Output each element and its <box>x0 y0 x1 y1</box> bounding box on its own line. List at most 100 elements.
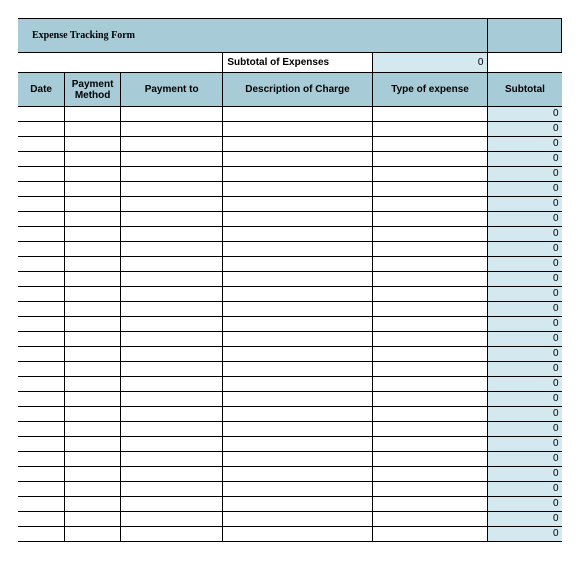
cell-desc[interactable] <box>223 242 372 257</box>
cell-payto[interactable] <box>120 242 222 257</box>
cell-method[interactable] <box>65 197 121 212</box>
cell-method[interactable] <box>65 287 121 302</box>
cell-payto[interactable] <box>120 362 222 377</box>
cell-method[interactable] <box>65 452 121 467</box>
cell-desc[interactable] <box>223 467 372 482</box>
cell-payto[interactable] <box>120 137 222 152</box>
cell-method[interactable] <box>65 272 121 287</box>
cell-payto[interactable] <box>120 302 222 317</box>
cell-subtotal[interactable]: 0 <box>488 242 562 257</box>
cell-subtotal[interactable]: 0 <box>488 257 562 272</box>
cell-method[interactable] <box>65 107 121 122</box>
cell-method[interactable] <box>65 467 121 482</box>
cell-type[interactable] <box>372 422 488 437</box>
cell-method[interactable] <box>65 437 121 452</box>
cell-payto[interactable] <box>120 197 222 212</box>
cell-payto[interactable] <box>120 392 222 407</box>
cell-payto[interactable] <box>120 317 222 332</box>
cell-desc[interactable] <box>223 482 372 497</box>
cell-type[interactable] <box>372 332 488 347</box>
cell-type[interactable] <box>372 107 488 122</box>
cell-type[interactable] <box>372 362 488 377</box>
cell-type[interactable] <box>372 242 488 257</box>
cell-desc[interactable] <box>223 137 372 152</box>
cell-date[interactable] <box>18 482 65 497</box>
cell-method[interactable] <box>65 302 121 317</box>
cell-subtotal[interactable]: 0 <box>488 437 562 452</box>
cell-payto[interactable] <box>120 182 222 197</box>
cell-subtotal[interactable]: 0 <box>488 482 562 497</box>
cell-payto[interactable] <box>120 152 222 167</box>
cell-desc[interactable] <box>223 392 372 407</box>
cell-desc[interactable] <box>223 227 372 242</box>
cell-type[interactable] <box>372 407 488 422</box>
cell-method[interactable] <box>65 257 121 272</box>
cell-date[interactable] <box>18 197 65 212</box>
cell-date[interactable] <box>18 347 65 362</box>
cell-date[interactable] <box>18 452 65 467</box>
cell-desc[interactable] <box>223 377 372 392</box>
cell-payto[interactable] <box>120 452 222 467</box>
cell-payto[interactable] <box>120 272 222 287</box>
cell-subtotal[interactable]: 0 <box>488 122 562 137</box>
cell-date[interactable] <box>18 422 65 437</box>
cell-type[interactable] <box>372 392 488 407</box>
cell-subtotal[interactable]: 0 <box>488 407 562 422</box>
cell-payto[interactable] <box>120 497 222 512</box>
cell-date[interactable] <box>18 227 65 242</box>
cell-date[interactable] <box>18 362 65 377</box>
cell-method[interactable] <box>65 212 121 227</box>
cell-subtotal[interactable]: 0 <box>488 512 562 527</box>
cell-payto[interactable] <box>120 377 222 392</box>
cell-date[interactable] <box>18 317 65 332</box>
cell-subtotal[interactable]: 0 <box>488 152 562 167</box>
cell-method[interactable] <box>65 332 121 347</box>
cell-subtotal[interactable]: 0 <box>488 137 562 152</box>
cell-date[interactable] <box>18 272 65 287</box>
cell-type[interactable] <box>372 497 488 512</box>
cell-date[interactable] <box>18 527 65 542</box>
cell-payto[interactable] <box>120 212 222 227</box>
cell-subtotal[interactable]: 0 <box>488 167 562 182</box>
cell-payto[interactable] <box>120 227 222 242</box>
cell-method[interactable] <box>65 182 121 197</box>
cell-type[interactable] <box>372 347 488 362</box>
cell-method[interactable] <box>65 407 121 422</box>
cell-method[interactable] <box>65 377 121 392</box>
cell-date[interactable] <box>18 242 65 257</box>
cell-method[interactable] <box>65 422 121 437</box>
cell-desc[interactable] <box>223 362 372 377</box>
cell-date[interactable] <box>18 152 65 167</box>
cell-subtotal[interactable]: 0 <box>488 347 562 362</box>
cell-payto[interactable] <box>120 257 222 272</box>
cell-payto[interactable] <box>120 107 222 122</box>
cell-desc[interactable] <box>223 437 372 452</box>
cell-type[interactable] <box>372 437 488 452</box>
cell-type[interactable] <box>372 167 488 182</box>
cell-subtotal[interactable]: 0 <box>488 302 562 317</box>
cell-subtotal[interactable]: 0 <box>488 527 562 542</box>
cell-payto[interactable] <box>120 482 222 497</box>
cell-type[interactable] <box>372 227 488 242</box>
cell-method[interactable] <box>65 167 121 182</box>
cell-payto[interactable] <box>120 422 222 437</box>
cell-subtotal[interactable]: 0 <box>488 422 562 437</box>
cell-date[interactable] <box>18 332 65 347</box>
cell-desc[interactable] <box>223 497 372 512</box>
cell-type[interactable] <box>372 137 488 152</box>
cell-method[interactable] <box>65 242 121 257</box>
cell-payto[interactable] <box>120 437 222 452</box>
cell-payto[interactable] <box>120 512 222 527</box>
cell-date[interactable] <box>18 167 65 182</box>
cell-payto[interactable] <box>120 347 222 362</box>
cell-type[interactable] <box>372 152 488 167</box>
subtotal-of-expenses-value[interactable]: 0 <box>372 53 488 73</box>
cell-subtotal[interactable]: 0 <box>488 392 562 407</box>
cell-date[interactable] <box>18 392 65 407</box>
cell-date[interactable] <box>18 377 65 392</box>
cell-subtotal[interactable]: 0 <box>488 212 562 227</box>
cell-desc[interactable] <box>223 302 372 317</box>
cell-method[interactable] <box>65 362 121 377</box>
cell-date[interactable] <box>18 122 65 137</box>
cell-date[interactable] <box>18 212 65 227</box>
